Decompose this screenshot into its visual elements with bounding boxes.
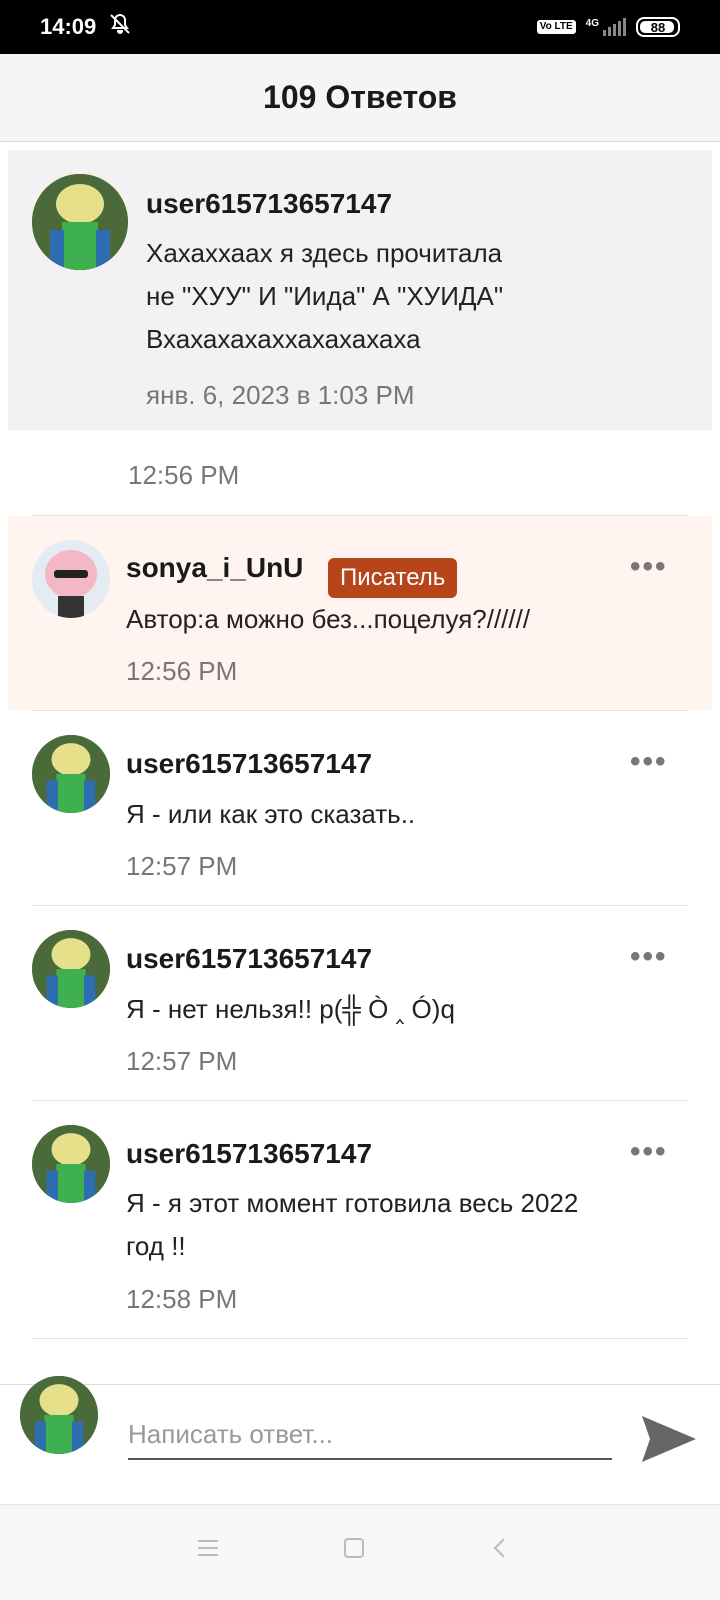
writer-badge: Писатель <box>328 558 458 598</box>
divider <box>32 1100 688 1101</box>
divider <box>32 1338 688 1339</box>
avatar[interactable] <box>32 930 110 1008</box>
avatar[interactable] <box>32 540 110 618</box>
comment-timestamp: янв. 6, 2023 в 1:03 PM <box>146 380 415 410</box>
more-options-icon[interactable]: ••• <box>630 745 668 779</box>
battery-level: 88 <box>650 19 666 35</box>
mute-icon <box>108 12 132 42</box>
more-options-icon[interactable]: ••• <box>630 550 668 584</box>
reply-text-line: год !! <box>126 1231 186 1261</box>
avatar[interactable] <box>32 735 110 813</box>
back-icon[interactable] <box>486 1534 514 1562</box>
reply-timestamp: 12:56 PM <box>128 460 240 490</box>
comment-text-line: не "ХУУ" И "Иида" А "ХУИДА" <box>146 281 504 311</box>
avatar[interactable] <box>32 174 128 270</box>
page-title: 109 Ответов <box>0 54 720 142</box>
status-time: 14:09 <box>40 14 97 39</box>
reply-text: Я - я этот момент готовила весь 2022 год… <box>126 1182 578 1268</box>
network-type: 4G <box>585 18 599 29</box>
reply-username[interactable]: user615713657147 <box>126 943 372 975</box>
reply-text: Я - нет нельзя!! p(╬ Ò ‸ Ó)q <box>126 994 455 1024</box>
home-icon[interactable] <box>340 1534 368 1562</box>
reply-username[interactable]: sonya_i_UnU <box>126 552 303 584</box>
divider <box>32 905 688 906</box>
reply-text: Я - или как это сказать.. <box>126 799 416 829</box>
reply-timestamp: 12:57 PM <box>126 1046 238 1076</box>
signal-icon: 4G <box>586 18 626 36</box>
battery-icon: 88 <box>636 17 680 37</box>
comment-text: Хахаххаах я здесь прочитала не "ХУУ" И "… <box>146 232 503 361</box>
divider <box>32 710 688 711</box>
status-bar: 14:09 Vo LTE 4G 88 <box>0 0 720 54</box>
comment-text-line: Хахаххаах я здесь прочитала <box>146 238 503 268</box>
avatar <box>20 1376 98 1454</box>
more-options-icon[interactable]: ••• <box>630 940 668 974</box>
send-icon[interactable] <box>640 1412 698 1466</box>
reply-timestamp: 12:57 PM <box>126 851 238 881</box>
reply-text: Автор:а можно без...поцелуя?////// <box>126 604 531 634</box>
reply-username[interactable]: user615713657147 <box>126 1138 372 1170</box>
more-options-icon[interactable]: ••• <box>630 1135 668 1169</box>
volte-icon: Vo LTE <box>536 20 576 34</box>
reply-username[interactable]: user615713657147 <box>126 748 372 780</box>
comment-username[interactable]: user615713657147 <box>146 188 392 220</box>
avatar[interactable] <box>32 1125 110 1203</box>
menu-icon[interactable] <box>194 1534 222 1562</box>
reply-timestamp: 12:58 PM <box>126 1284 238 1314</box>
reply-text-line: Я - я этот момент готовила весь 2022 <box>126 1188 579 1218</box>
reply-timestamp: 12:56 PM <box>126 656 238 686</box>
reply-input[interactable] <box>128 1410 612 1460</box>
comment-text-line: Вхахахахаххахахахаха <box>146 324 421 354</box>
